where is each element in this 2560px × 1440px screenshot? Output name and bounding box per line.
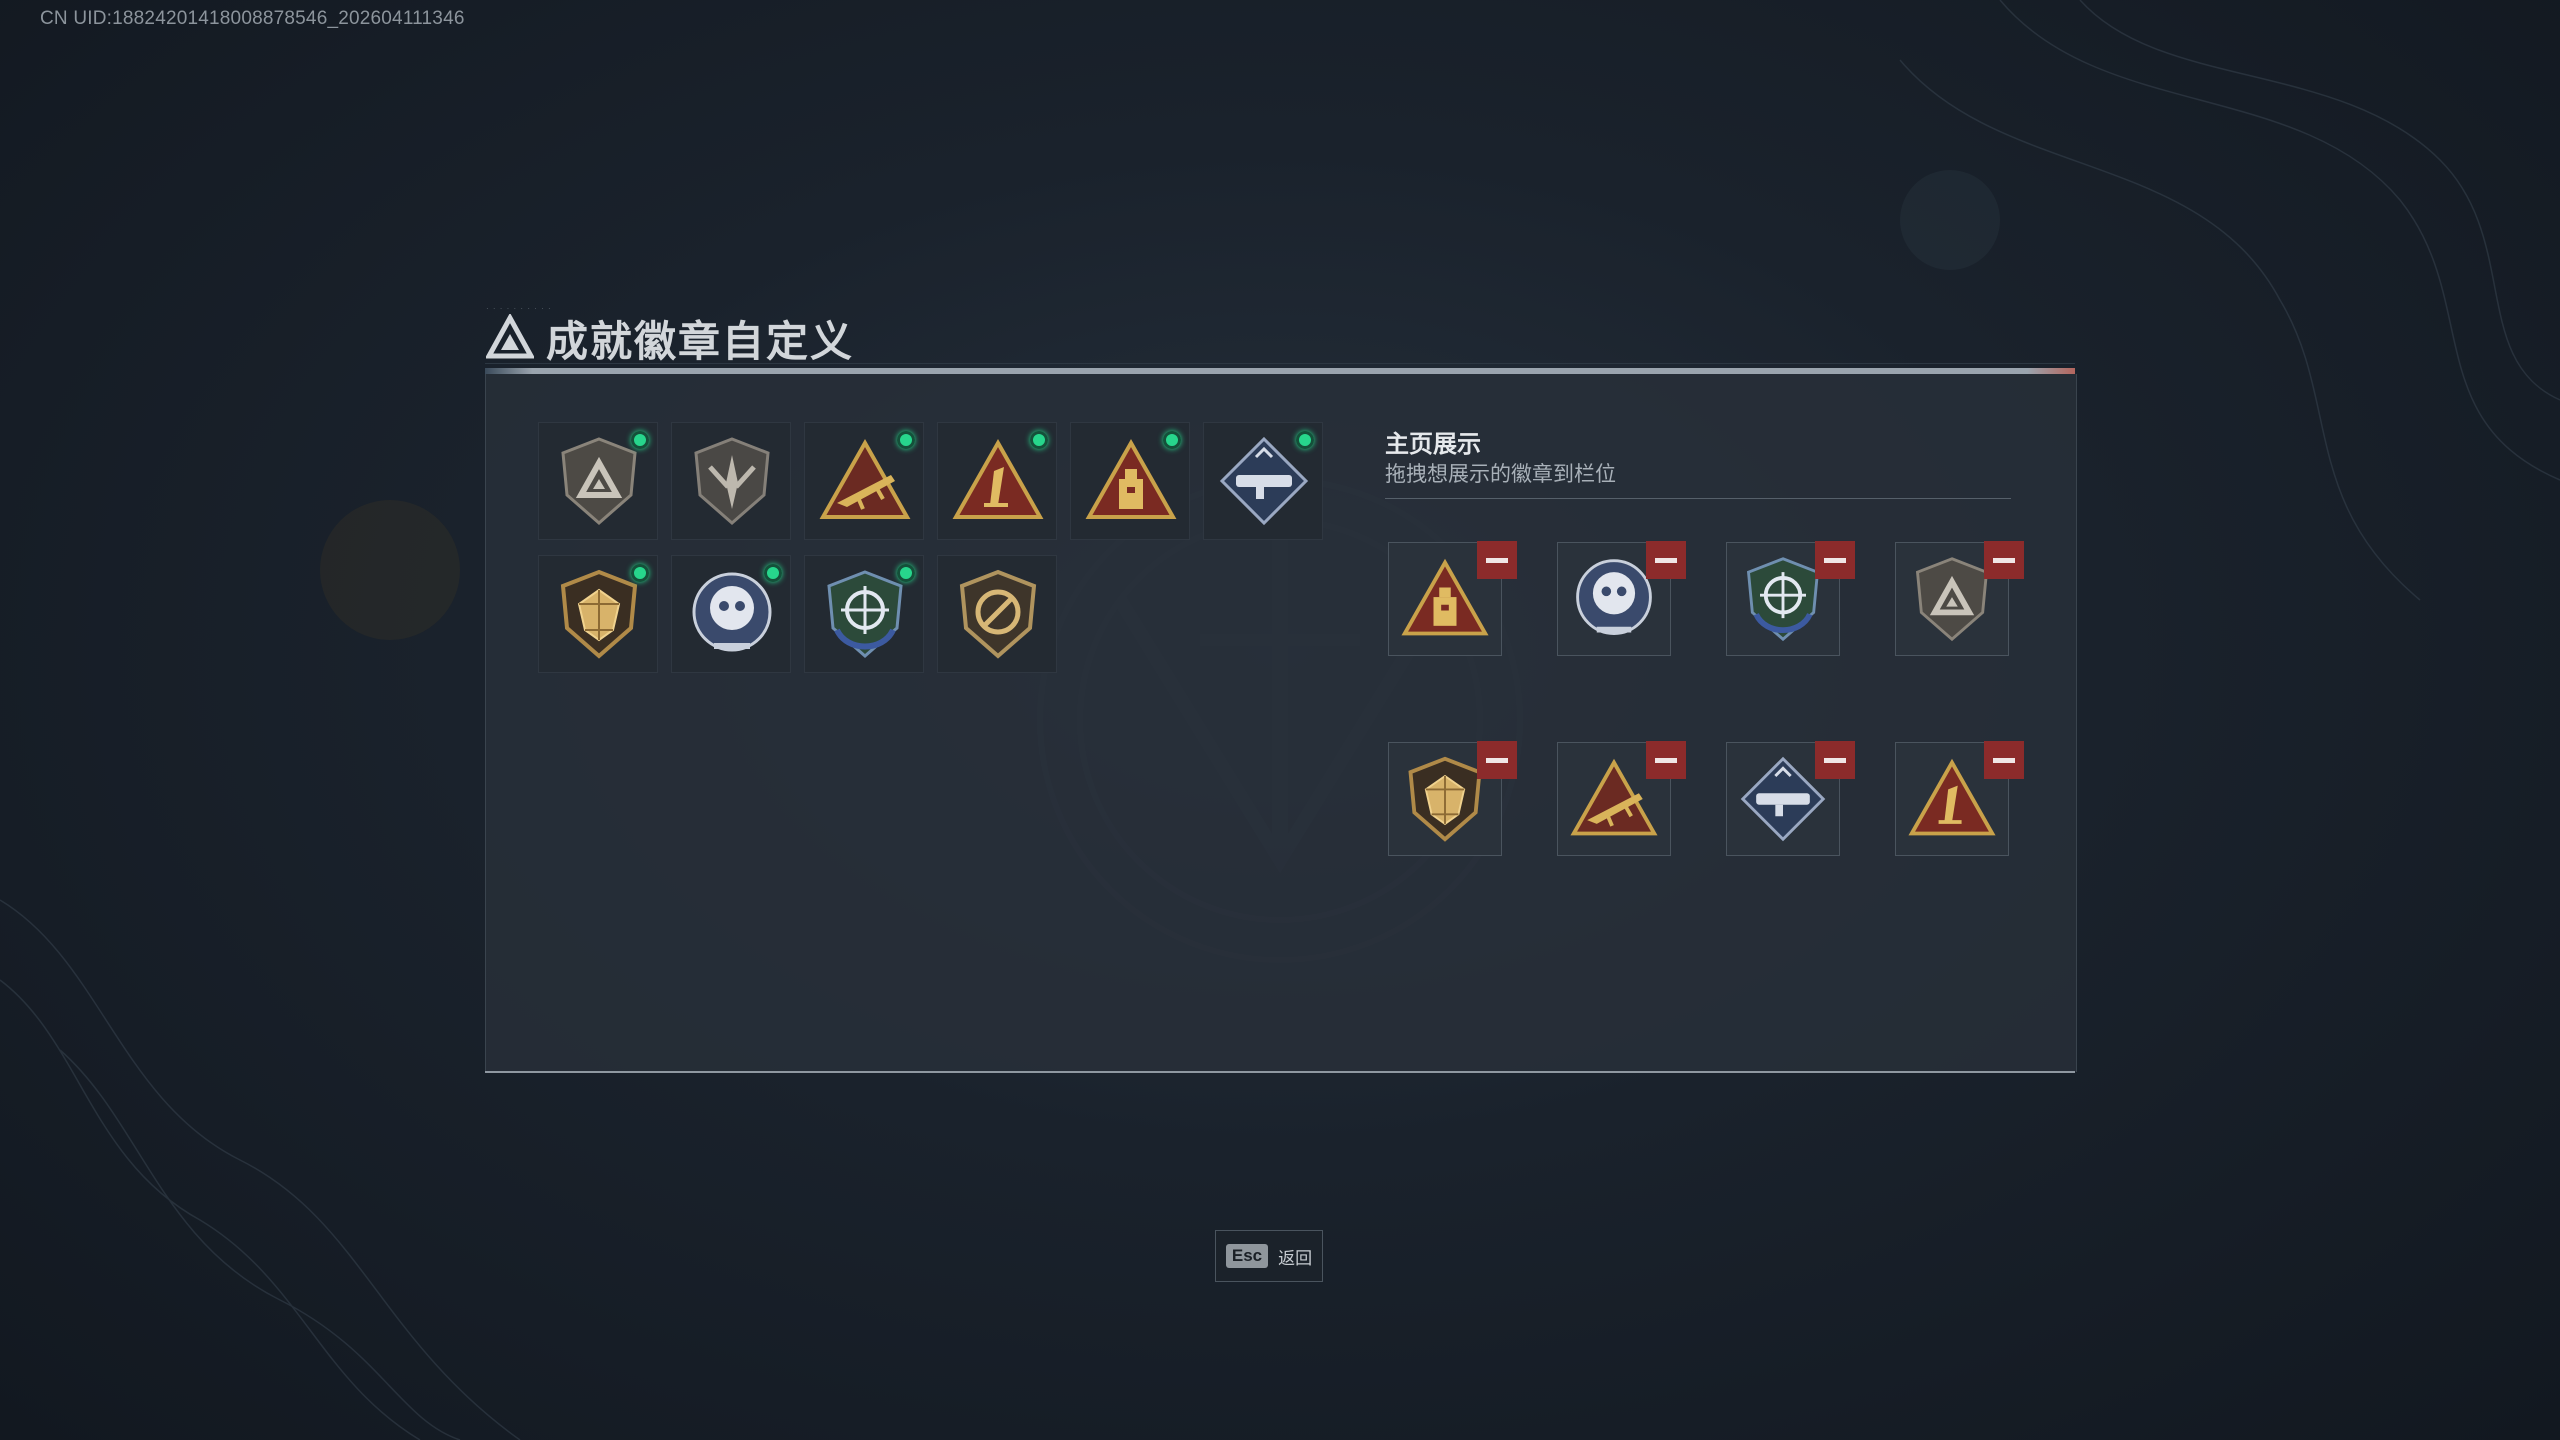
owned-badge-slot[interactable]: [538, 422, 658, 540]
silver-skull-crest-badge-icon: [692, 572, 772, 652]
showcase-title: 主页展示: [1385, 431, 1481, 458]
owned-badge-slot[interactable]: [671, 422, 791, 540]
showcase-divider: [1385, 498, 2011, 499]
minus-icon: [1655, 557, 1677, 563]
owned-badge-slot[interactable]: [1070, 422, 1190, 540]
showcase-slot[interactable]: [1388, 541, 1517, 656]
player-uid: CN UID:18824201418008878546_202604111346: [40, 8, 465, 29]
remove-badge-button[interactable]: [1646, 741, 1686, 779]
owned-badge-slot[interactable]: [937, 555, 1057, 673]
minus-icon: [1486, 757, 1508, 763]
new-badge-indicator: [897, 431, 915, 449]
new-badge-indicator: [764, 564, 782, 582]
blue-crosshair-shield-badge-icon: [827, 570, 903, 658]
showcase-subtitle: 拖拽想展示的徽章到栏位: [1385, 463, 1616, 486]
owned-badge-slot[interactable]: [937, 422, 1057, 540]
owned-badge-slot[interactable]: [804, 555, 924, 673]
gray-triangle-shield-badge-icon: [561, 437, 637, 525]
remove-badge-button[interactable]: [1646, 541, 1686, 579]
blue-launcher-diamond-badge-icon: [1219, 436, 1309, 526]
owned-badge-slot[interactable]: [1203, 422, 1323, 540]
showcase-slot[interactable]: [1557, 541, 1686, 656]
new-badge-indicator: [631, 431, 649, 449]
new-badge-indicator: [1296, 431, 1314, 449]
gold-gem-shield-badge-icon: [560, 569, 638, 659]
minus-icon: [1993, 757, 2015, 763]
minus-icon: [1824, 557, 1846, 563]
new-badge-indicator: [897, 564, 915, 582]
gray-dagger-shield-badge-icon: [694, 437, 770, 525]
page-title: 成就徽章自定义: [546, 317, 855, 365]
minus-icon: [1824, 757, 1846, 763]
showcase-slot[interactable]: [1895, 741, 2024, 856]
showcase-slot[interactable]: [1557, 741, 1686, 856]
gold-no-knife-shield-badge-icon: [959, 569, 1037, 659]
new-badge-indicator: [1030, 431, 1048, 449]
remove-badge-button[interactable]: [1477, 741, 1517, 779]
remove-badge-button[interactable]: [1815, 541, 1855, 579]
owned-badge-slot[interactable]: [538, 555, 658, 673]
minus-icon: [1655, 757, 1677, 763]
new-badge-indicator: [1163, 431, 1181, 449]
page-header: 成就徽章自定义: [486, 308, 854, 368]
showcase-slot[interactable]: [1726, 541, 1855, 656]
red-tower-triangle-badge-icon: [1085, 438, 1177, 519]
delta-logo-icon: [486, 314, 534, 359]
esc-key-hint: Esc: [1225, 1244, 1269, 1268]
remove-badge-button[interactable]: [1984, 541, 2024, 579]
gold-rifle-triangle-badge-icon: [819, 438, 911, 519]
back-button[interactable]: Esc 返回: [1215, 1230, 1323, 1282]
remove-badge-button[interactable]: [1815, 741, 1855, 779]
minus-icon: [1486, 557, 1508, 563]
remove-badge-button[interactable]: [1477, 541, 1517, 579]
new-badge-indicator: [631, 564, 649, 582]
red-number-one-triangle-badge-icon: [952, 438, 1044, 519]
showcase-slot[interactable]: [1726, 741, 1855, 856]
back-label: 返回: [1278, 1248, 1313, 1268]
remove-badge-button[interactable]: [1984, 741, 2024, 779]
showcase-slot[interactable]: [1895, 541, 2024, 656]
minus-icon: [1993, 557, 2015, 563]
owned-badge-slot[interactable]: [804, 422, 924, 540]
title-divider-thin: [485, 363, 2075, 364]
panel-bottom-border: [485, 1071, 2075, 1073]
showcase-slot[interactable]: [1388, 741, 1517, 856]
owned-badge-slot[interactable]: [671, 555, 791, 673]
